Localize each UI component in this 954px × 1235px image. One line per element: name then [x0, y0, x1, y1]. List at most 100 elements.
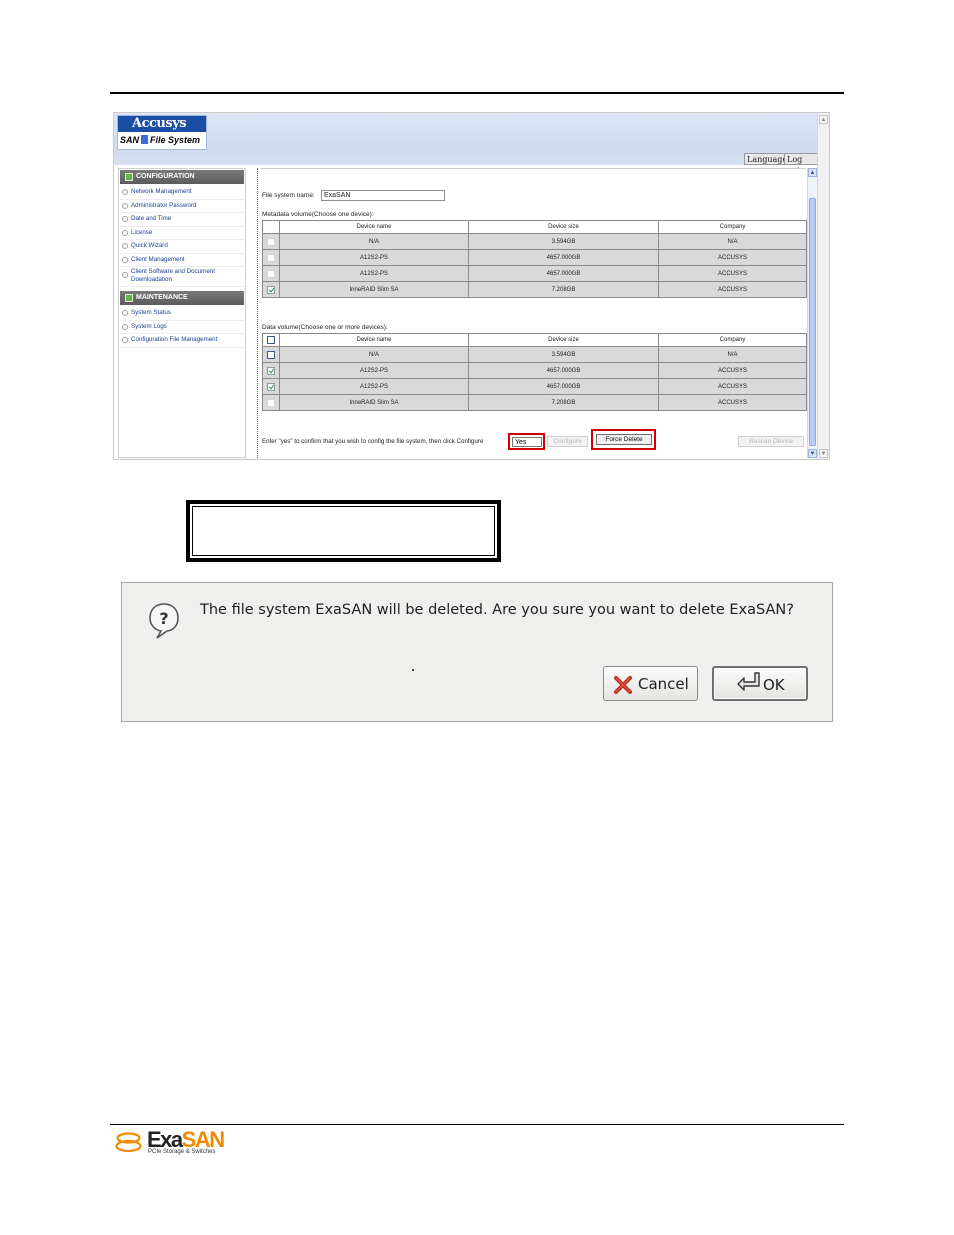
- table-row[interactable]: InneRAID Slim SA 7.208GB ACCUSYS: [262, 281, 807, 298]
- device-size-cell: 4657.000GB: [468, 249, 659, 266]
- nav-system-status[interactable]: System Status: [120, 307, 244, 321]
- nav-system-logs[interactable]: System Logs: [120, 321, 244, 334]
- bullet-icon: [122, 337, 128, 343]
- checkbox-cell: [262, 346, 280, 363]
- cancel-button[interactable]: Cancel: [603, 666, 698, 701]
- bullet-icon: [122, 310, 128, 316]
- nav-label: System Status: [131, 309, 171, 316]
- device-name-cell: N/A: [279, 233, 469, 250]
- confirm-instruction: Enter "yes" to confirm that you wish to …: [262, 438, 484, 445]
- data-checkbox[interactable]: [267, 350, 275, 359]
- nav-license[interactable]: License: [120, 227, 244, 240]
- header-company: Company: [658, 333, 807, 347]
- data-volume-label: Data volume(Choose one or more devices):: [262, 324, 388, 331]
- nav-section-configuration: CONFIGURATION: [120, 170, 244, 184]
- device-name-cell: A12S2-PS: [279, 249, 469, 266]
- caption-box: [186, 500, 501, 562]
- nav-label: Client Software and Document Downloadati…: [131, 268, 215, 283]
- bullet-icon: [122, 256, 128, 263]
- table-row[interactable]: A12S2-PS 4657.000GB ACCUSYS: [262, 362, 807, 379]
- data-checkbox-checked[interactable]: [267, 366, 275, 375]
- section-icon: [125, 173, 133, 181]
- scroll-up-icon[interactable]: ▲: [819, 115, 828, 124]
- checkbox-cell: [262, 233, 280, 250]
- confirm-delete-dialog: ? The file system ExaSAN will be deleted…: [121, 582, 833, 722]
- page-scrollbar[interactable]: ▲ ▼: [817, 113, 829, 459]
- table-row[interactable]: A12S2-PS 4657.000GB ACCUSYS: [262, 249, 807, 266]
- metadata-checkbox[interactable]: [267, 237, 275, 246]
- nav-administrator-password[interactable]: Administrator Password: [120, 200, 244, 213]
- dialog-message: The file system ExaSAN will be deleted. …: [200, 602, 794, 618]
- device-name-cell: A12S2-PS: [279, 362, 469, 379]
- nav-configuration-file-management[interactable]: Configuration File Management: [120, 334, 244, 348]
- nav-label: Quick Wizard: [131, 242, 168, 249]
- table-row[interactable]: N/A 3.594GB N/A: [262, 233, 807, 250]
- checkbox-cell: [262, 394, 280, 411]
- device-size-cell: 7.208GB: [468, 281, 659, 298]
- highlight-box: Yes: [508, 433, 545, 450]
- data-checkbox-checked[interactable]: [267, 382, 275, 391]
- nav-label: System Logs: [131, 322, 167, 330]
- table-row[interactable]: N/A 3.594GB N/A: [262, 346, 807, 363]
- metadata-checkbox[interactable]: [267, 253, 275, 262]
- bullet-icon: [122, 202, 128, 209]
- nav-date-and-time[interactable]: Date and Time: [120, 213, 244, 227]
- header-company: Company: [658, 220, 807, 234]
- nav-network-management[interactable]: Network Management: [120, 186, 244, 200]
- logout-button[interactable]: Log out: [784, 153, 818, 175]
- ok-label: OK: [763, 676, 785, 694]
- device-size-cell: 3.594GB: [468, 346, 659, 363]
- force-delete-button[interactable]: Force Delete: [596, 434, 652, 445]
- metadata-table: Device name Device size Company N/A 3.59…: [262, 220, 807, 298]
- table-row[interactable]: InneRAID Slim SA 7.208GB ACCUSYS: [262, 394, 807, 411]
- header-cell: [262, 333, 280, 347]
- content-scrollbar[interactable]: ▲ ▼: [807, 168, 817, 458]
- logo-tagline: PCIe Storage & Switches: [148, 1149, 216, 1155]
- table-header-row: Device name Device size Company: [262, 333, 807, 347]
- header-device-size: Device size: [468, 220, 659, 234]
- nav-client-software[interactable]: Client Software and Document Downloadati…: [120, 267, 244, 287]
- select-all-checkbox[interactable]: [267, 336, 275, 344]
- brand-name: Accusys: [118, 116, 206, 132]
- checkbox-cell: [262, 265, 280, 282]
- header-device-name: Device name: [279, 333, 469, 347]
- divider: [257, 168, 258, 458]
- company-cell: ACCUSYS: [658, 265, 807, 282]
- fs-name-input[interactable]: ExaSAN: [321, 190, 445, 201]
- metadata-checkbox-checked[interactable]: [267, 285, 275, 294]
- accusys-logo: Accusys SAN File System: [117, 115, 207, 150]
- nav-quick-wizard[interactable]: Quick Wizard: [120, 240, 244, 254]
- header-device-name: Device name: [279, 220, 469, 234]
- header-device-size: Device size: [468, 333, 659, 347]
- device-size-cell: 4657.000GB: [468, 362, 659, 379]
- nav-label: Configuration File Management: [131, 336, 218, 343]
- section-title: CONFIGURATION: [136, 173, 195, 180]
- rescan-device-button[interactable]: Rescan Device: [738, 436, 804, 447]
- scroll-down-icon[interactable]: ▼: [819, 449, 828, 458]
- table-row[interactable]: A12S2-PS 4657.000GB ACCUSYS: [262, 265, 807, 282]
- metadata-checkbox[interactable]: [267, 269, 275, 278]
- bullet-icon: [122, 229, 128, 236]
- metadata-volume-label: Metadata volume(Choose one device):: [262, 211, 374, 218]
- device-size-cell: 4657.000GB: [468, 378, 659, 395]
- sidebar: CONFIGURATION Network Management Adminis…: [118, 168, 246, 458]
- checkbox-cell: [262, 281, 280, 298]
- product-mark-icon: [141, 135, 149, 144]
- scroll-down-icon[interactable]: ▼: [808, 449, 817, 458]
- table-header-row: Device name Device size Company: [262, 220, 807, 234]
- scroll-thumb[interactable]: [809, 198, 816, 446]
- device-size-cell: 3.594GB: [468, 233, 659, 250]
- product-name-rest: File System: [150, 135, 201, 145]
- device-size-cell: 4657.000GB: [468, 265, 659, 282]
- table-row[interactable]: A12S2-PS 4657.000GB ACCUSYS: [262, 378, 807, 395]
- bullet-icon: [122, 216, 128, 222]
- divider: [260, 168, 806, 173]
- configure-button[interactable]: Configure: [547, 436, 588, 447]
- data-checkbox[interactable]: [267, 398, 275, 407]
- header-cell: [262, 220, 280, 234]
- confirm-input[interactable]: Yes: [512, 437, 542, 447]
- ok-button[interactable]: OK: [712, 666, 808, 701]
- svg-text:?: ?: [159, 609, 168, 628]
- nav-client-management[interactable]: Client Management: [120, 254, 244, 267]
- scroll-up-icon[interactable]: ▲: [808, 168, 817, 177]
